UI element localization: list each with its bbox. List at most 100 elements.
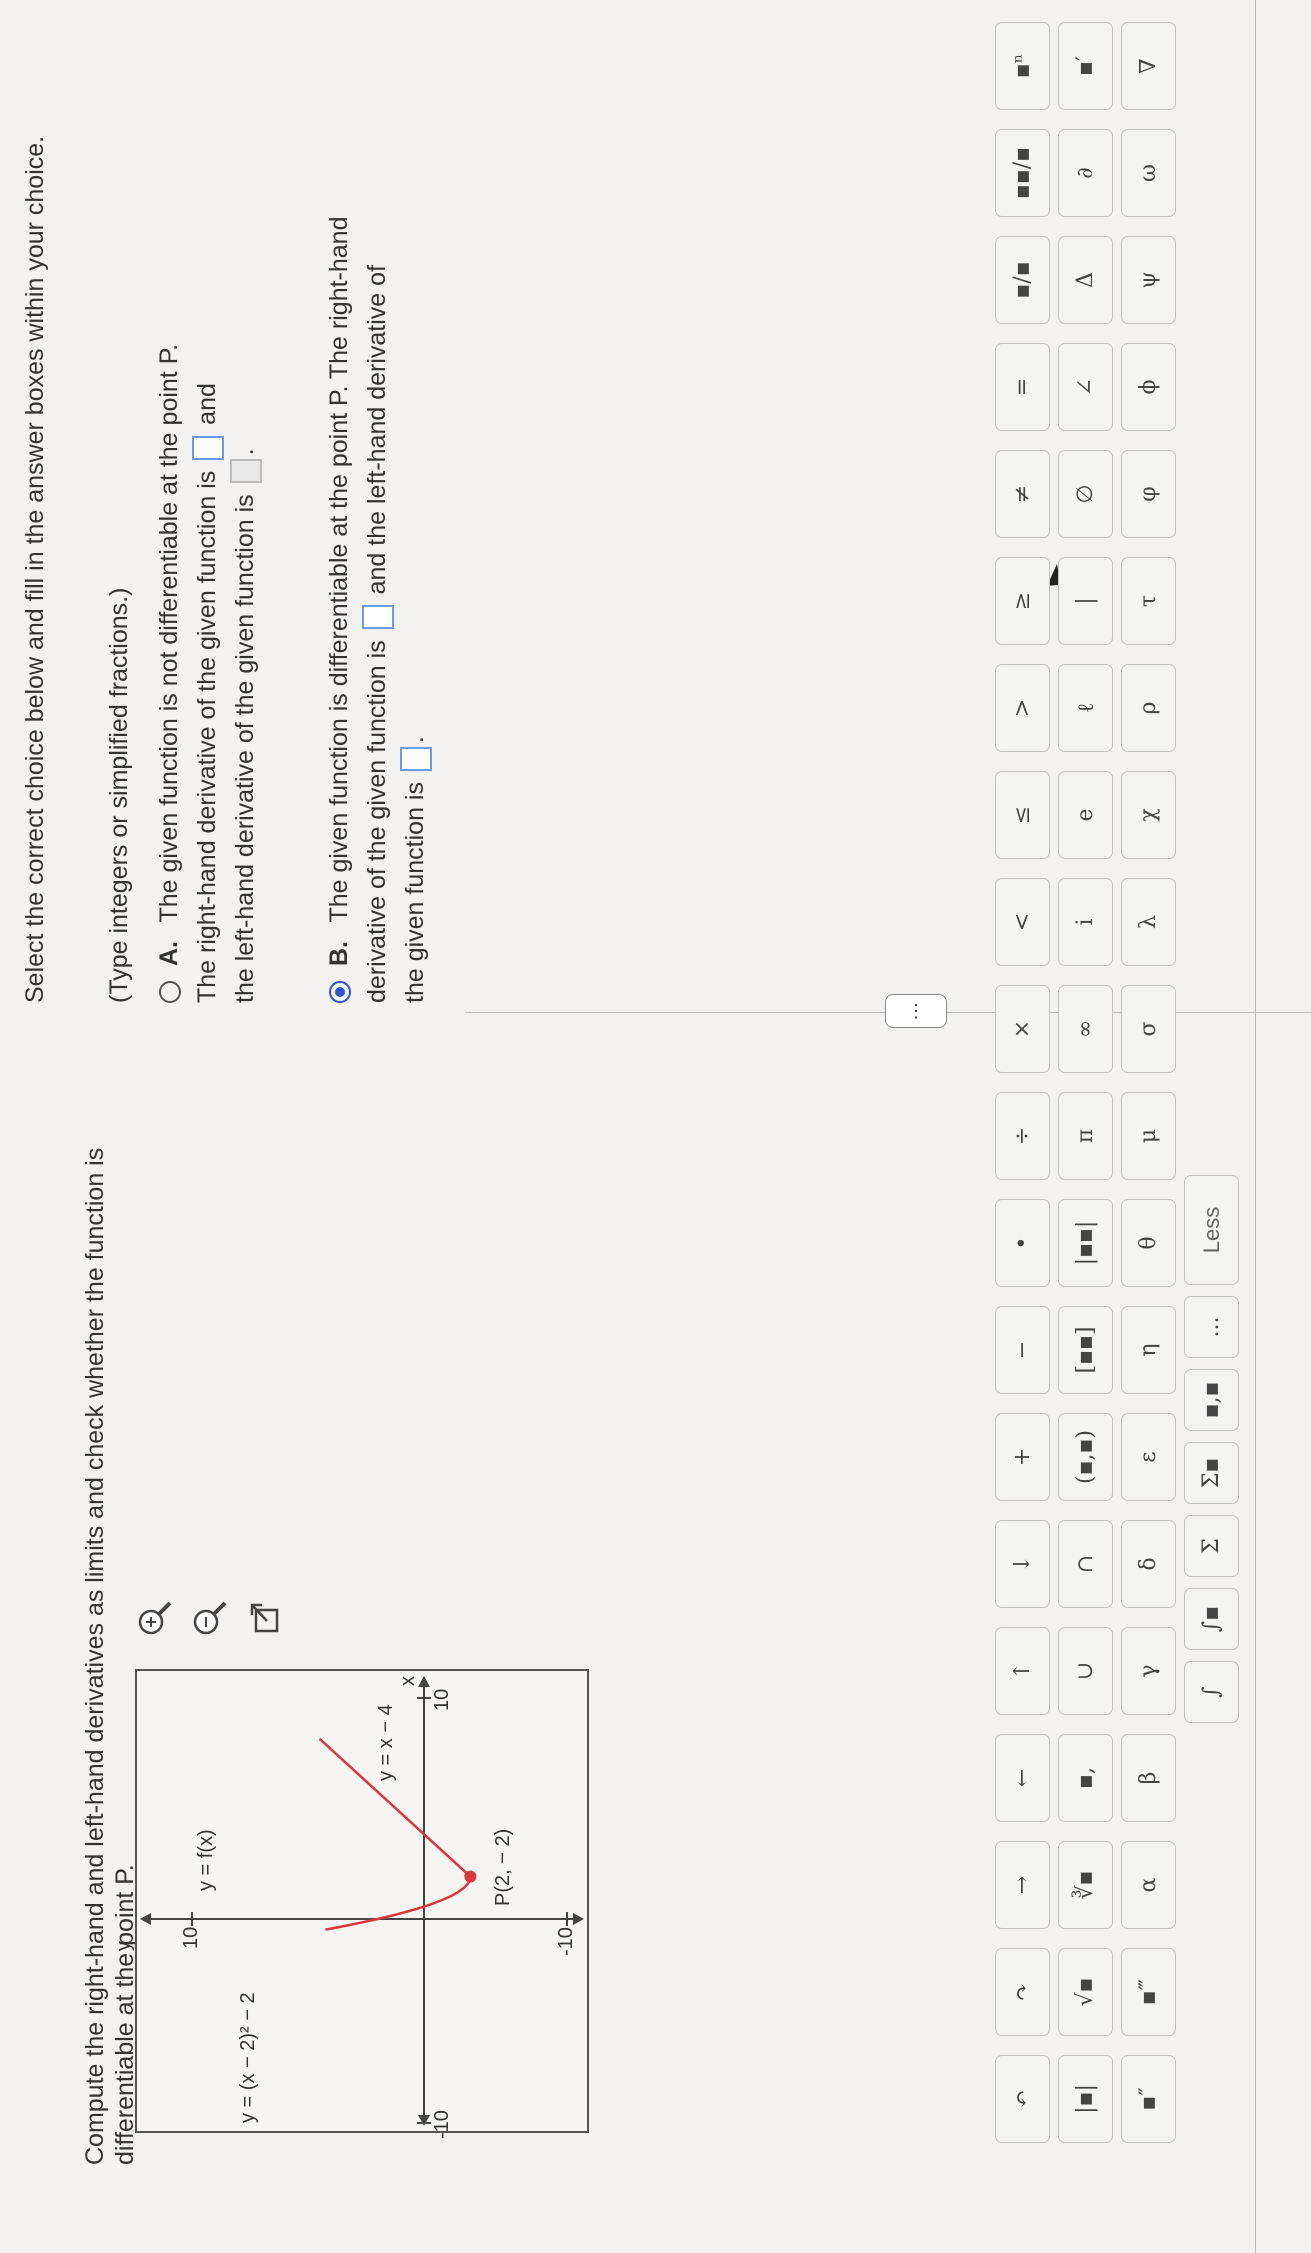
palette-key-r2-9[interactable]: μ	[1121, 1092, 1176, 1180]
palette-key-r1-8[interactable]: |▪▪|	[1058, 1199, 1113, 1287]
palette-key-r1-15[interactable]: ∅	[1058, 450, 1113, 538]
palette-key-r2-17[interactable]: ψ	[1121, 236, 1176, 324]
palette-key-r1-1[interactable]: √▪	[1058, 1948, 1113, 2036]
choice-b-line1: The given function is differentiable at …	[325, 216, 353, 923]
x-tick-right-label: 10	[431, 1688, 453, 1711]
palette-key-r0-15[interactable]: ≠	[995, 450, 1050, 538]
choice-b-left-derivative-input[interactable]	[400, 747, 433, 772]
y-axis-arrow-down	[573, 1913, 584, 1925]
curve-label-right: y = x − 4	[375, 1704, 397, 1781]
palette-key-r3-4[interactable]: ▪,▪	[1184, 1369, 1239, 1431]
palette-key-r0-2[interactable]: →	[995, 1841, 1050, 1929]
palette-key-r1-0[interactable]: |▪|	[1058, 2055, 1113, 2143]
palette-key-r1-17[interactable]: Δ	[1058, 236, 1113, 324]
palette-key-r0-0[interactable]: ↶	[995, 2055, 1050, 2143]
choice-a-left-derivative-input[interactable]	[230, 459, 263, 484]
palette-key-r2-8[interactable]: θ	[1121, 1199, 1176, 1287]
palette-key-r2-19[interactable]: ∇	[1121, 22, 1176, 110]
palette-key-r2-18[interactable]: ω	[1121, 129, 1176, 217]
palette-key-r0-14[interactable]: ≥	[995, 557, 1050, 645]
choice-b-line2b: and the left-hand derivative of	[363, 264, 391, 595]
palette-key-r3-0[interactable]: ∫	[1184, 1661, 1239, 1723]
palette-key-r2-14[interactable]: τ	[1121, 557, 1176, 645]
palette-key-r2-5[interactable]: δ	[1121, 1520, 1176, 1608]
choice-b[interactable]: B. The given function is differentiable …	[320, 63, 434, 1003]
instructions-text: Select the correct choice below and fill…	[21, 135, 49, 1003]
palette-key-r1-6[interactable]: (▪,▪)	[1058, 1413, 1113, 1501]
palette-key-r0-16[interactable]: =	[995, 343, 1050, 431]
palette-key-r3-6[interactable]: Less	[1184, 1175, 1239, 1285]
palette-key-r3-5[interactable]: ...	[1184, 1296, 1239, 1358]
choice-a-letter: A.	[155, 941, 183, 967]
palette-key-r1-14[interactable]: |	[1058, 557, 1113, 645]
choice-a-line2a: The right-hand derivative of the given f…	[193, 470, 221, 1003]
choice-a[interactable]: A. The given function is not differentia…	[150, 63, 264, 1003]
palette-key-r2-7[interactable]: η	[1121, 1306, 1176, 1394]
palette-key-r1-10[interactable]: ∞	[1058, 985, 1113, 1073]
palette-key-r1-4[interactable]: ∪	[1058, 1627, 1113, 1715]
palette-key-r2-10[interactable]: σ	[1121, 985, 1176, 1073]
choice-a-line3: the left-hand derivative of the given fu…	[231, 494, 259, 1003]
palette-key-r2-4[interactable]: γ	[1121, 1627, 1176, 1715]
palette-key-r0-13[interactable]: >	[995, 664, 1050, 752]
palette-key-r1-19[interactable]: ▪′	[1058, 22, 1113, 110]
palette-key-r0-7[interactable]: −	[995, 1306, 1050, 1394]
palette-key-r2-12[interactable]: χ	[1121, 771, 1176, 859]
choice-b-line2a: derivative of the given function is	[363, 640, 391, 1003]
palette-key-r0-9[interactable]: ÷	[995, 1092, 1050, 1180]
palette-key-r1-2[interactable]: ∛▪	[1058, 1841, 1113, 1929]
palette-key-r2-13[interactable]: ρ	[1121, 664, 1176, 752]
y-tick-top-label: 10	[180, 1926, 202, 1949]
palette-key-r0-12[interactable]: ≤	[995, 771, 1050, 859]
choice-a-line1: The given function is not differentiable…	[155, 343, 183, 923]
y-axis-arrow-up	[140, 1913, 151, 1925]
palette-key-r1-11[interactable]: i	[1058, 878, 1113, 966]
palette-key-r0-4[interactable]: ↑	[995, 1627, 1050, 1715]
palette-key-r2-1[interactable]: ▪‴	[1121, 1948, 1176, 2036]
zoom-out-icon[interactable]	[190, 1598, 230, 1638]
palette-key-r2-2[interactable]: α	[1121, 1841, 1176, 1929]
palette-key-r0-18[interactable]: ▪▪/▪	[995, 129, 1050, 217]
palette-key-r3-1[interactable]: ∫▪	[1184, 1588, 1239, 1650]
palette-key-r0-19[interactable]: ▪ⁿ	[995, 22, 1050, 110]
external-link-icon[interactable]	[245, 1598, 285, 1638]
palette-key-r0-6[interactable]: +	[995, 1413, 1050, 1501]
choice-b-radio[interactable]	[329, 981, 352, 1003]
palette-key-r0-10[interactable]: ×	[995, 985, 1050, 1073]
palette-key-r0-8[interactable]: •	[995, 1199, 1050, 1287]
palette-key-r0-1[interactable]: ↷	[995, 1948, 1050, 2036]
palette-key-r3-3[interactable]: Σ▪	[1184, 1442, 1239, 1504]
palette-key-r3-2[interactable]: Σ	[1184, 1515, 1239, 1577]
palette-key-r2-16[interactable]: ϕ	[1121, 343, 1176, 431]
choice-a-radio[interactable]	[159, 981, 182, 1003]
palette-key-r2-11[interactable]: λ	[1121, 878, 1176, 966]
y-tick-bottom-label: -10	[555, 1927, 577, 1956]
palette-key-r1-3[interactable]: ▪,	[1058, 1734, 1113, 1822]
choice-a-line2b: and	[193, 383, 221, 425]
zoom-in-icon[interactable]	[135, 1598, 175, 1638]
choice-b-line3-end: .	[401, 736, 429, 744]
choice-b-right-derivative-input[interactable]	[362, 605, 395, 630]
palette-key-r1-18[interactable]: ∂	[1058, 129, 1113, 217]
palette-key-r1-9[interactable]: π	[1058, 1092, 1113, 1180]
choice-a-line3-end: .	[231, 448, 259, 456]
palette-key-r2-3[interactable]: β	[1121, 1734, 1176, 1822]
curve-left-parabola	[325, 1876, 472, 1931]
screen: Compute the right-hand and left-hand der…	[0, 0, 1311, 2253]
palette-key-r1-16[interactable]: ∠	[1058, 343, 1113, 431]
question-text: Compute the right-hand and left-hand der…	[81, 1147, 139, 2165]
palette-key-r0-17[interactable]: ▪/▪	[995, 236, 1050, 324]
palette-key-r0-3[interactable]: ←	[995, 1734, 1050, 1822]
function-graph: y x 10 -10 -10 10 y = f(x) y = (x − 2)² …	[113, 1669, 589, 2139]
palette-key-r0-11[interactable]: <	[995, 878, 1050, 966]
palette-key-r2-0[interactable]: ▪″	[1121, 2055, 1176, 2143]
palette-key-r1-12[interactable]: e	[1058, 771, 1113, 859]
palette-key-r0-5[interactable]: ↓	[995, 1520, 1050, 1608]
choice-a-right-derivative-input[interactable]	[192, 435, 225, 460]
palette-key-r2-6[interactable]: ε	[1121, 1413, 1176, 1501]
palette-key-r1-7[interactable]: [▪▪]	[1058, 1306, 1113, 1394]
palette-key-r1-13[interactable]: ℓ	[1058, 664, 1113, 752]
palette-key-r1-5[interactable]: ∩	[1058, 1520, 1113, 1608]
palette-key-r2-15[interactable]: φ	[1121, 450, 1176, 538]
x-axis-label: x	[397, 1676, 419, 1686]
